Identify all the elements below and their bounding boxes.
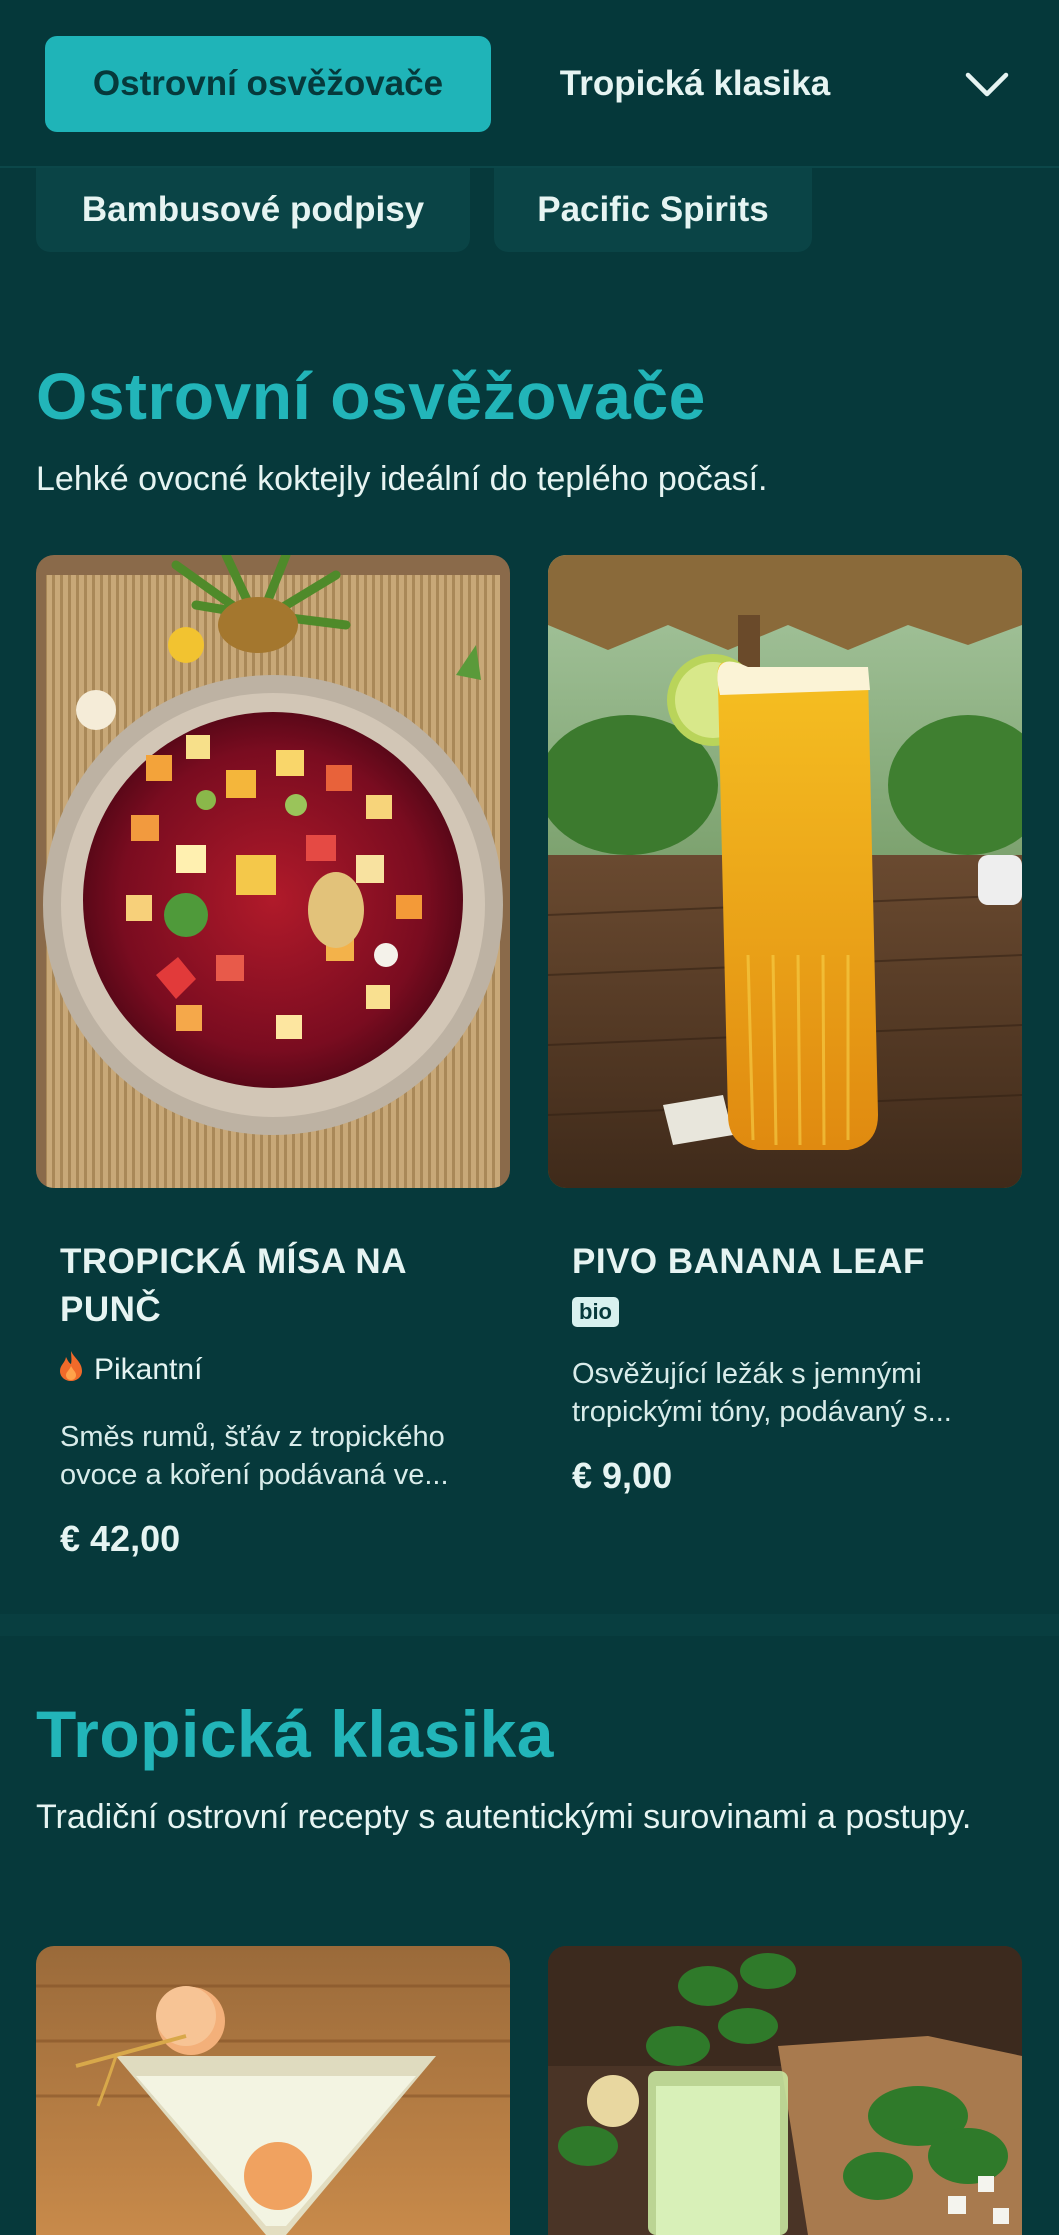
tab-ostrovni-osvezovace[interactable]: Ostrovní osvěžovače [45,36,491,132]
section-description: Tradiční ostrovní recepty s autentickými… [36,1798,972,1836]
section-divider [0,1614,1059,1636]
section-description: Lehké ovocné koktejly ideální do teplého… [36,460,768,498]
flame-icon [58,1350,84,1390]
item-name[interactable]: PIVO BANANA LEAF [572,1238,992,1286]
tab-bambusove-podpisy[interactable]: Bambusové podpisy [36,168,470,252]
item-description: Osvěžující ležák s jemnými tropickými tó… [572,1358,952,1428]
mojito-photo[interactable] [548,1946,1022,2235]
bio-badge: bio [572,1297,619,1327]
tab-tropicka-klasika[interactable]: Tropická klasika [520,36,870,132]
item-tag: Pikantní [58,1350,202,1390]
tab-pacific-spirits[interactable]: Pacific Spirits [494,168,812,252]
tag-label: Pikantní [94,1353,203,1386]
banana-leaf-beer-photo[interactable] [548,555,1022,1188]
section-title: Ostrovní osvěžovače [36,359,706,433]
item-name[interactable]: TROPICKÁ MÍSA NA PUNČ [60,1238,480,1334]
chevron-down-icon[interactable] [960,60,1014,110]
section-title: Tropická klasika [36,1697,554,1771]
item-description: Směs rumů, šťáv z tropického ovoce a koř… [60,1421,449,1491]
martini-photo[interactable] [36,1946,510,2235]
punch-bowl-photo[interactable] [36,555,510,1188]
item-price: € 42,00 [60,1518,181,1559]
item-price: € 9,00 [572,1455,673,1496]
category-nav: Ostrovní osvěžovače Tropická klasika [0,0,1059,168]
